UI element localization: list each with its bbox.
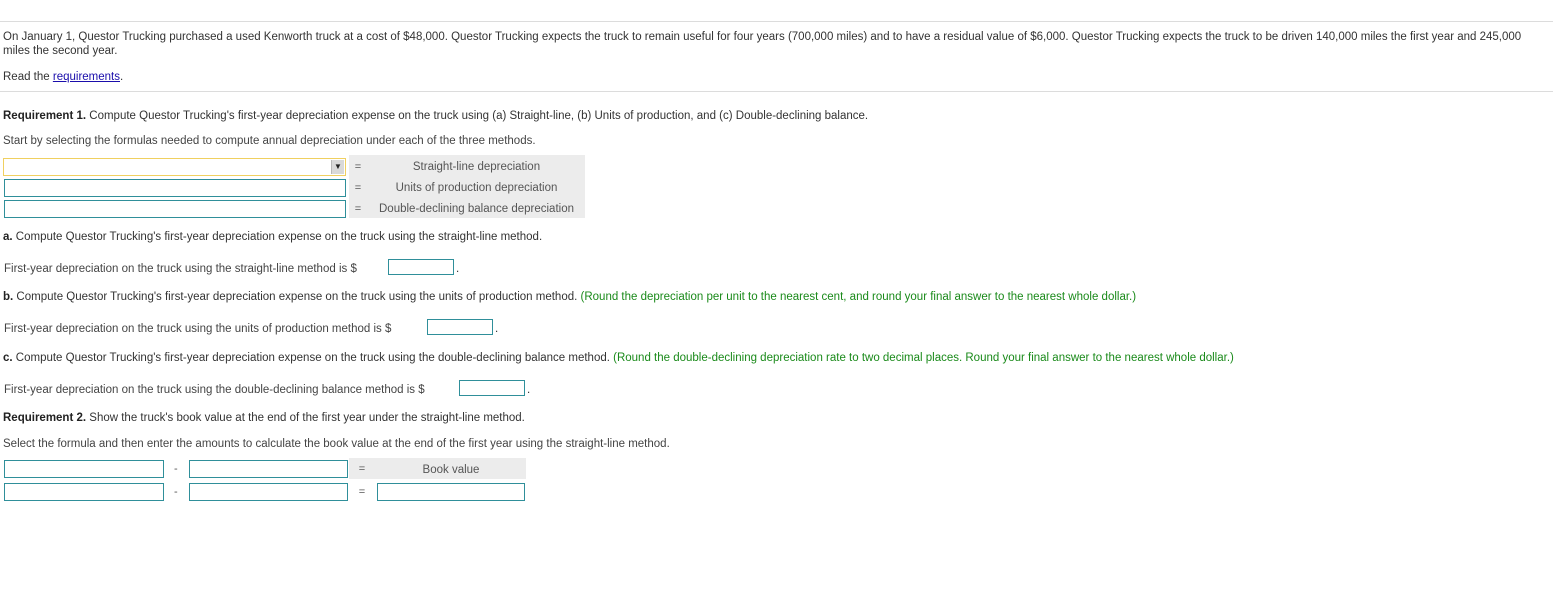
equals-sign: =: [358, 486, 366, 498]
top-divider: [0, 21, 1553, 22]
double-declining-depreciation-label: Double-declining balance depreciation: [379, 203, 574, 215]
minus-sign: -: [174, 463, 178, 475]
section-divider: [0, 91, 1553, 92]
requirement-2-label: Requirement 2.: [3, 412, 87, 424]
chevron-down-icon[interactable]: ▼: [331, 160, 344, 174]
units-of-production-formula-input[interactable]: [4, 179, 346, 197]
book-value-amount-input-1[interactable]: [4, 483, 164, 501]
straight-line-formula-dropdown[interactable]: ▼: [3, 158, 346, 176]
straight-line-depreciation-label: Straight-line depreciation: [412, 161, 541, 173]
straight-line-depreciation-answer-input[interactable]: [388, 259, 454, 275]
read-requirements-line: Read the requirements.: [3, 70, 123, 84]
equals-sign: =: [358, 463, 366, 475]
part-a-text: Compute Questor Trucking's first-year de…: [12, 231, 543, 243]
requirement-1-text: Compute Questor Trucking's first-year de…: [86, 110, 869, 122]
part-b-question: b. Compute Questor Trucking's first-year…: [3, 290, 1136, 304]
part-a-answer-label: First-year depreciation on the truck usi…: [4, 263, 357, 275]
period: .: [527, 384, 531, 396]
problem-statement: On January 1, Questor Trucking purchased…: [3, 31, 1522, 57]
requirement-2-instruction: Select the formula and then enter the am…: [3, 438, 670, 450]
requirements-link[interactable]: requirements: [53, 71, 120, 83]
requirement-2-text: Show the truck's book value at the end o…: [86, 412, 525, 424]
part-c-text: Compute Questor Trucking's first-year de…: [12, 352, 610, 364]
part-c-question: c. Compute Questor Trucking's first-year…: [3, 351, 1234, 365]
double-declining-answer-input[interactable]: [459, 380, 525, 396]
units-of-production-depreciation-label: Units of production depreciation: [395, 182, 558, 194]
double-declining-formula-input[interactable]: [4, 200, 346, 218]
equals-sign: =: [354, 203, 362, 215]
part-a-question: a. Compute Questor Trucking's first-year…: [3, 230, 542, 244]
minus-sign: -: [174, 486, 178, 498]
period: .: [456, 263, 460, 275]
part-b-text: Compute Questor Trucking's first-year de…: [13, 291, 578, 303]
part-b-label: b.: [3, 291, 14, 303]
book-value-label: Book value: [422, 464, 480, 476]
part-b-rounding-note: (Round the depreciation per unit to the …: [577, 291, 1137, 303]
requirement-1-heading: Requirement 1. Compute Questor Trucking'…: [3, 109, 868, 123]
equals-sign: =: [354, 161, 362, 173]
units-of-production-answer-input[interactable]: [427, 319, 493, 335]
part-c-answer-label: First-year depreciation on the truck usi…: [4, 384, 425, 396]
book-value-result-input[interactable]: [377, 483, 525, 501]
read-prefix: Read the: [3, 71, 53, 83]
requirement-1-instruction: Start by selecting the formulas needed t…: [3, 135, 536, 147]
book-value-formula-input-2[interactable]: [189, 460, 348, 478]
part-a-label: a.: [3, 231, 13, 243]
requirement-2-heading: Requirement 2. Show the truck's book val…: [3, 411, 525, 425]
equals-sign: =: [354, 182, 362, 194]
book-value-amount-input-2[interactable]: [189, 483, 348, 501]
part-b-answer-label: First-year depreciation on the truck usi…: [4, 323, 392, 335]
requirement-1-label: Requirement 1.: [3, 110, 87, 122]
read-suffix: .: [120, 71, 124, 83]
part-c-label: c.: [3, 352, 13, 364]
period: .: [495, 323, 499, 335]
book-value-formula-input-1[interactable]: [4, 460, 164, 478]
part-c-rounding-note: (Round the double-declining depreciation…: [609, 352, 1234, 364]
